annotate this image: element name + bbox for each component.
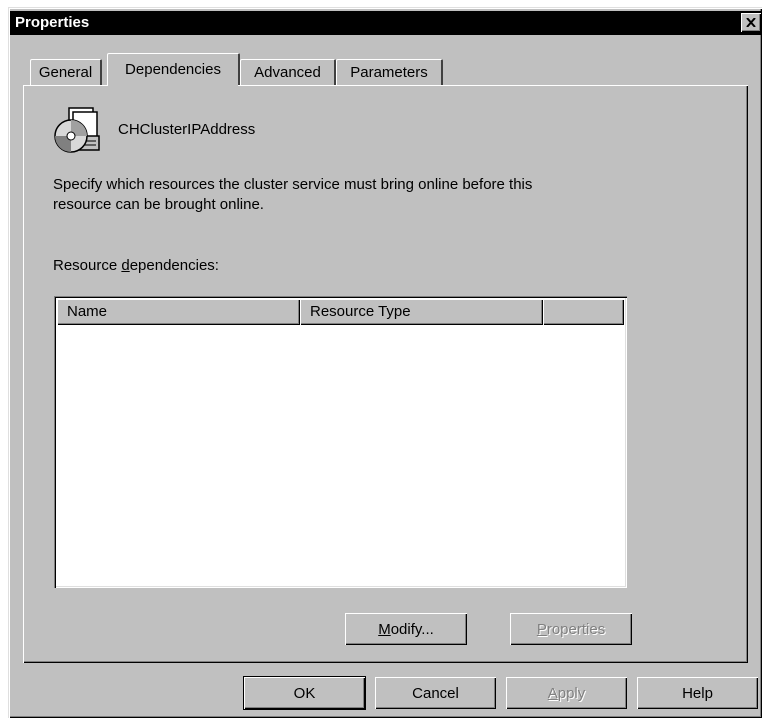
- resource-name: CHClusterIPAddress: [118, 121, 256, 138]
- deps-label-post: ependencies:: [129, 257, 219, 274]
- resource-dependencies-label: Resource dependencies:: [53, 257, 219, 274]
- description-line-1: Specify which resources the cluster serv…: [53, 176, 533, 193]
- description-line-2: resource can be brought online.: [53, 196, 264, 213]
- tab-advanced-label: Advanced: [254, 64, 321, 81]
- modify-button-label: Modify...: [378, 620, 434, 638]
- ok-button[interactable]: OK: [243, 676, 366, 710]
- column-resource-type-label: Resource Type: [310, 303, 411, 320]
- help-button[interactable]: Help: [637, 677, 758, 709]
- tab-parameters-label: Parameters: [350, 64, 428, 81]
- deps-label-pre: Resource: [53, 257, 122, 274]
- column-header-extra[interactable]: [543, 299, 624, 325]
- tab-general-label: General: [38, 64, 93, 81]
- tab-parameters[interactable]: Parameters: [336, 59, 443, 85]
- close-button[interactable]: [741, 13, 761, 32]
- dependencies-description: Specify which resources the cluster serv…: [53, 175, 653, 215]
- apply-button[interactable]: Apply: [506, 677, 627, 709]
- cluster-resource-icon: [54, 107, 100, 153]
- tab-general[interactable]: General: [30, 59, 102, 85]
- modify-button[interactable]: Modify...: [345, 613, 467, 645]
- dependencies-list[interactable]: Name Resource Type: [54, 296, 627, 588]
- ok-button-label: OK: [293, 684, 316, 702]
- apply-button-label: Apply: [547, 684, 586, 702]
- help-button-label: Help: [682, 684, 713, 702]
- tab-dependencies[interactable]: Dependencies: [107, 53, 240, 85]
- active-tab-joint: [108, 84, 238, 87]
- column-name-label: Name: [67, 303, 108, 320]
- column-header-name[interactable]: Name: [57, 299, 300, 325]
- properties-button[interactable]: Properties: [510, 613, 632, 645]
- deps-label-mnemonic: d: [121, 257, 130, 274]
- properties-button-label: Properties: [536, 620, 606, 638]
- tab-dependencies-label: Dependencies: [125, 61, 221, 78]
- close-icon: [746, 18, 756, 27]
- column-header-resource-type[interactable]: Resource Type: [300, 299, 543, 325]
- cancel-button-label: Cancel: [412, 684, 459, 702]
- tab-advanced[interactable]: Advanced: [240, 59, 336, 85]
- title-bar[interactable]: Properties: [10, 11, 762, 35]
- window-title: Properties: [15, 14, 90, 31]
- cancel-button[interactable]: Cancel: [375, 677, 496, 709]
